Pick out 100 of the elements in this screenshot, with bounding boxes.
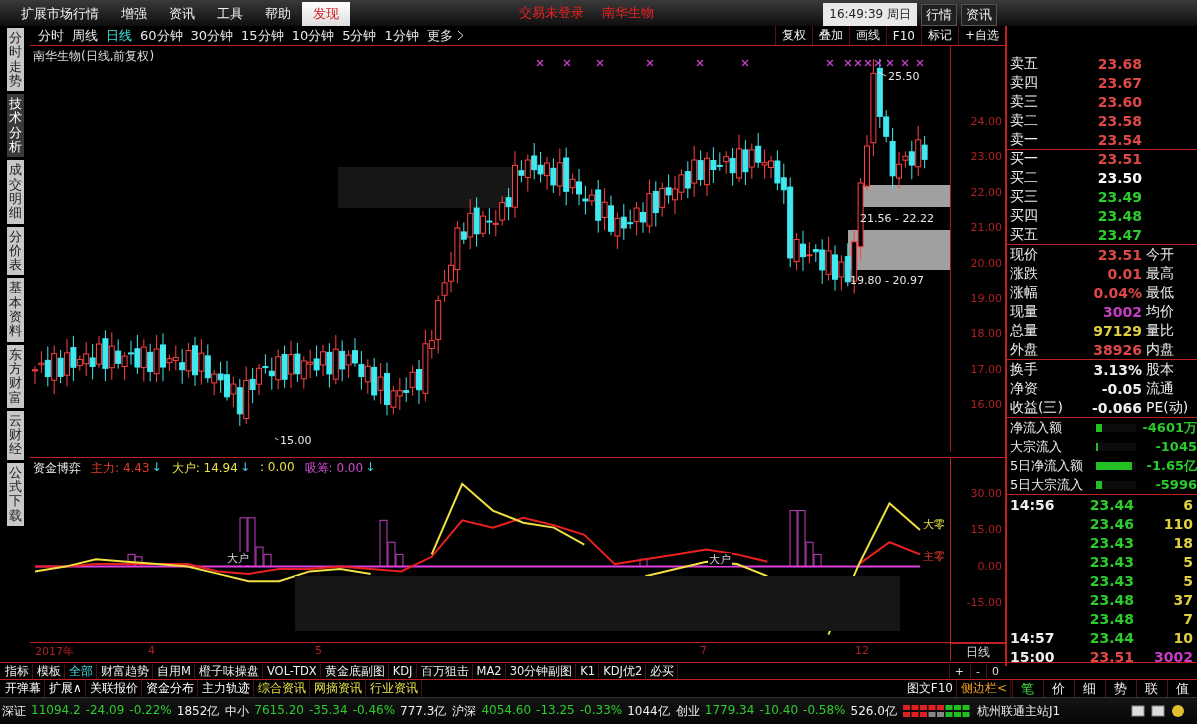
side-tab[interactable]: 东方财富 [6, 344, 24, 408]
indicator-tab[interactable]: 自用M [154, 663, 195, 679]
order-label: 买一 [1010, 150, 1039, 168]
tick-volume: 37 [1172, 591, 1194, 608]
cross-marker-icon [864, 59, 872, 67]
chart-tool-button[interactable]: +自选 [957, 26, 1005, 45]
zoom-button[interactable]: - [970, 664, 985, 678]
chart-tool-button[interactable]: F10 [885, 26, 921, 45]
stat-value: 3002 [1102, 303, 1142, 320]
indicator-tab[interactable]: MA2 [473, 664, 506, 678]
stock-name: 南华生物 [601, 4, 656, 22]
index-name: 沪深 [452, 702, 477, 720]
order-label: 卖五 [1010, 54, 1039, 73]
indicator-tab[interactable]: KDJ优2 [600, 663, 647, 679]
period-tab[interactable]: 60分钟 [136, 26, 187, 45]
period-tab[interactable]: 周线 [68, 26, 102, 45]
side-tab[interactable]: 技术分析 [6, 94, 24, 158]
index-percent: -0.58% [803, 702, 846, 719]
quick-button[interactable]: 资讯 [961, 4, 997, 26]
side-tab[interactable]: 基本资料 [6, 278, 24, 342]
indicator-tab[interactable]: 财富趋势 [98, 663, 153, 679]
period-tab[interactable]: 日线 [102, 26, 136, 45]
indicator-tab[interactable]: 黄金底副图 [321, 663, 389, 679]
coin-icon[interactable] [1171, 704, 1185, 718]
indicator-tab[interactable]: 全部 [66, 663, 97, 679]
period-tab[interactable]: 5分钟 [338, 26, 381, 45]
index-name: 中小 [225, 702, 250, 720]
window-icon[interactable] [1151, 705, 1165, 717]
menu-item[interactable]: 扩展市场行情 [10, 2, 110, 26]
window-icon[interactable] [1131, 705, 1145, 717]
menu-item[interactable]: 帮助 [254, 2, 302, 26]
flow-label: 5日净流入额 [1010, 456, 1085, 475]
indicator-tab[interactable]: 百万狙击 [417, 663, 473, 679]
side-tab[interactable]: 公式下载 [6, 462, 24, 526]
cross-marker-icon [916, 59, 924, 67]
indicator-reading: 吸筹: 0.00 [304, 460, 364, 477]
side-tab[interactable]: 云财经 [6, 410, 24, 460]
price-label: 25.50 [888, 70, 920, 83]
tick-price: 23.43 [1088, 553, 1134, 570]
indicator-tab[interactable]: KDJ [389, 664, 417, 678]
order-label: 卖一 [1010, 130, 1039, 149]
side-tab[interactable]: 分时走势 [6, 28, 24, 92]
cross-marker-icon [886, 59, 894, 67]
axis-label: 21.00 [970, 221, 1002, 235]
index-percent: -0.22% [129, 702, 172, 719]
indicator-tab[interactable]: VOL-TDX [263, 664, 321, 678]
cross-marker-icon [844, 59, 852, 67]
indicator-tab[interactable]: 30分钟副图 [506, 663, 577, 679]
axis-label: 30.00 [970, 486, 1002, 500]
side-tab[interactable]: 成交明细 [6, 160, 24, 224]
zoom-button[interactable]: + [948, 664, 969, 678]
order-price: 23.58 [1096, 112, 1142, 129]
indicator-tab[interactable]: 模板 [34, 663, 65, 679]
index-value: 11094.2 [31, 702, 81, 719]
period-tab[interactable]: 15分钟 [237, 26, 288, 45]
indicator-tab[interactable]: K1 [577, 664, 600, 678]
indicator-tab[interactable]: 必买 [647, 663, 679, 679]
chart-tool-button[interactable]: 复权 [774, 26, 812, 45]
stat-label: 内盘 [1145, 340, 1175, 359]
down-arrow-icon: ↓ [239, 460, 250, 477]
cross-marker-icon [826, 59, 834, 67]
axis-label: 0.00 [977, 559, 1002, 573]
line-label: 大零 [922, 518, 946, 531]
menu-item[interactable]: 工具 [206, 2, 254, 26]
flow-value: -5996 [1154, 477, 1197, 492]
flow-value: -4601万 [1141, 418, 1197, 437]
index-value: 4054.60 [481, 702, 532, 719]
menu-item[interactable]: 增强 [110, 2, 158, 26]
date-label: 12 [855, 644, 869, 657]
flow-value: -1.65亿 [1145, 456, 1197, 475]
chart-tool-button[interactable]: 标记 [920, 26, 958, 45]
index-name: 深证 [2, 702, 26, 720]
stat-label: 最高 [1145, 264, 1175, 283]
chart-tool-button[interactable]: 叠加 [811, 26, 849, 45]
tick-price: 23.48 [1088, 610, 1134, 627]
indicator-tab[interactable]: 橙子味操盘 [195, 663, 263, 679]
side-tab[interactable]: 分价表 [6, 226, 24, 276]
flow-label: 5日大宗流入 [1010, 475, 1085, 494]
chevron-right-icon[interactable] [456, 30, 465, 41]
period-tab[interactable]: 10分钟 [287, 26, 339, 45]
down-arrow-icon: ↓ [365, 460, 376, 477]
zoom-button[interactable]: 0 [986, 664, 1004, 678]
order-price: 23.54 [1096, 131, 1142, 148]
order-price: 23.51 [1096, 151, 1142, 167]
axis-label: -15.00 [966, 596, 1002, 610]
indicator-reading: : 0.00 [259, 460, 295, 476]
period-tab[interactable]: 更多 [422, 26, 457, 45]
stat-label: 流通 [1145, 379, 1175, 398]
menu-item[interactable]: 资讯 [158, 2, 206, 26]
order-label: 买五 [1010, 225, 1039, 244]
period-tab[interactable]: 分时 [34, 26, 68, 45]
quick-button[interactable]: 行情 [921, 4, 957, 26]
menu-item[interactable]: 发现 [302, 2, 350, 26]
stat-label: 均价 [1145, 302, 1175, 321]
indicator-tab[interactable]: 指标 [2, 663, 33, 679]
period-tab[interactable]: 30分钟 [186, 26, 238, 45]
chart-tool-button[interactable]: 画线 [848, 26, 886, 45]
period-tab[interactable]: 1分钟 [380, 26, 423, 45]
line-label: 大户 [226, 552, 250, 565]
order-label: 买四 [1010, 206, 1039, 225]
